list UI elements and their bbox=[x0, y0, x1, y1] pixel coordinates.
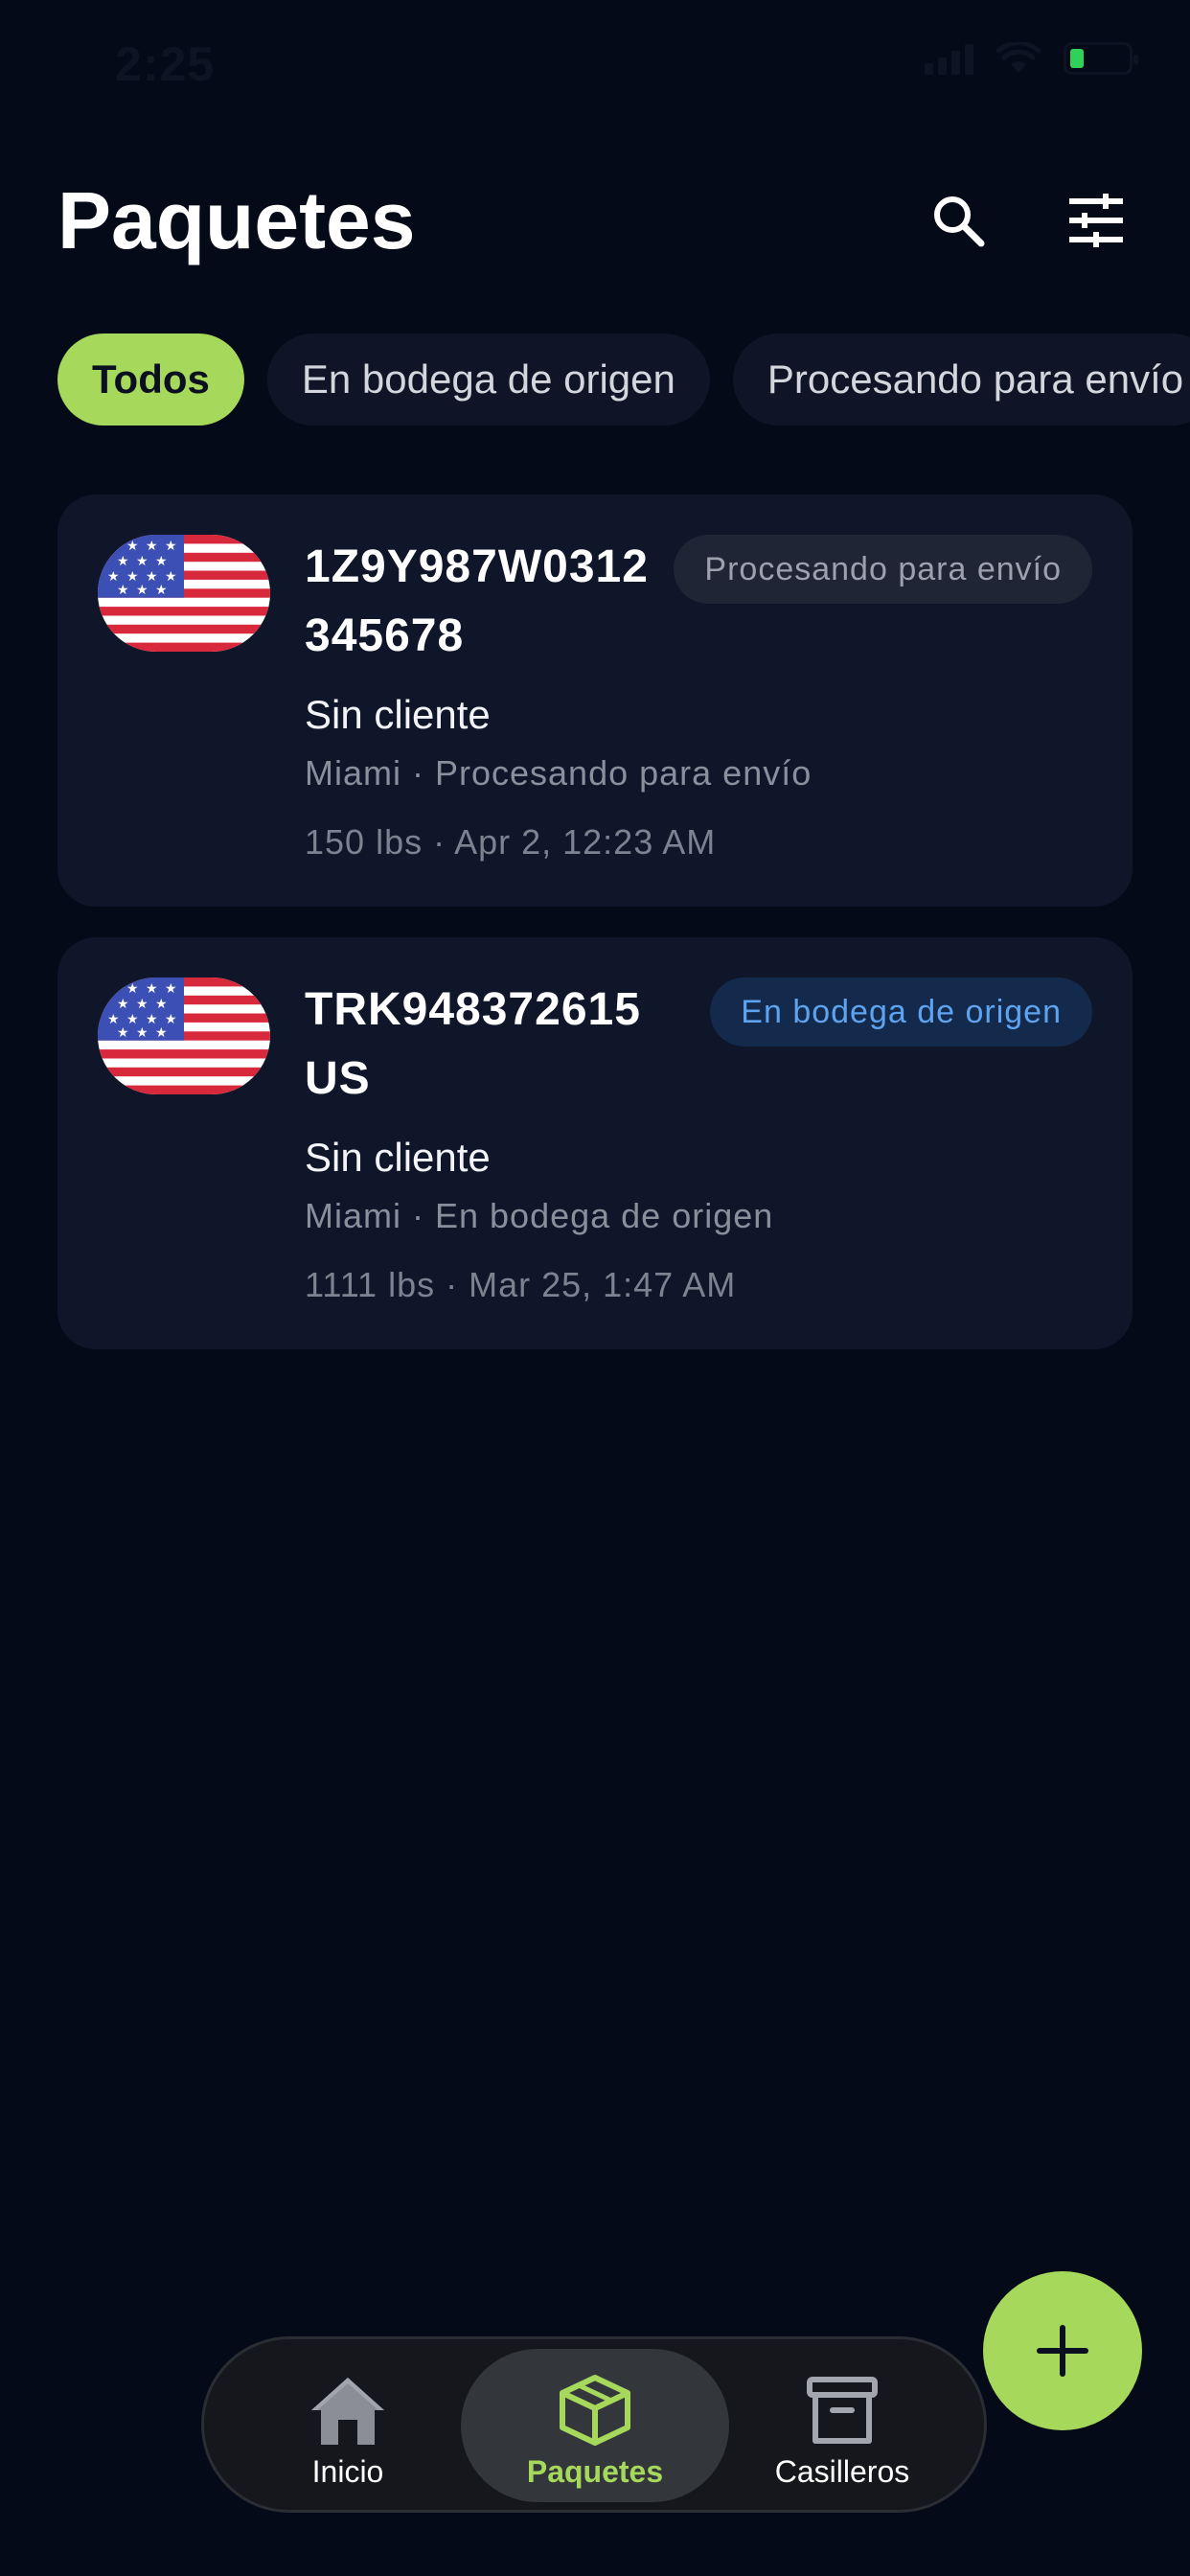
svg-text:★: ★ bbox=[107, 539, 120, 554]
svg-text:★: ★ bbox=[136, 554, 149, 569]
client-name: Sin cliente bbox=[305, 1135, 491, 1180]
svg-text:★: ★ bbox=[155, 997, 168, 1012]
svg-text:★: ★ bbox=[155, 554, 168, 569]
svg-text:★: ★ bbox=[126, 981, 139, 997]
status-badge: En bodega de origen bbox=[710, 978, 1092, 1046]
svg-text:★: ★ bbox=[165, 981, 177, 997]
nav-item-inicio[interactable]: Inicio bbox=[214, 2349, 482, 2502]
filter-chip-en-bodega-de-origen[interactable]: En bodega de origen bbox=[266, 334, 710, 426]
add-package-button[interactable] bbox=[983, 2271, 1142, 2430]
tracking-number: TRK948372615US bbox=[305, 984, 641, 1104]
location-status: Miami · Procesando para envío bbox=[305, 753, 812, 793]
svg-text:★: ★ bbox=[146, 539, 158, 554]
sliders-icon bbox=[1069, 194, 1123, 247]
filter-button[interactable] bbox=[1058, 182, 1134, 259]
search-button[interactable] bbox=[920, 182, 996, 259]
us-flag-icon: ★ ★ ★ ★ ★ ★ ★ ★ ★ ★ ★ ★ ★ ★ bbox=[98, 978, 270, 1094]
status-icons bbox=[925, 42, 1138, 75]
battery-icon bbox=[1064, 42, 1138, 75]
svg-text:★: ★ bbox=[146, 981, 158, 997]
location-status: Miami · En bodega de origen bbox=[305, 1196, 774, 1235]
svg-text:★: ★ bbox=[155, 583, 168, 598]
svg-text:★: ★ bbox=[155, 1025, 168, 1041]
plus-icon bbox=[1037, 2325, 1088, 2377]
archive-icon bbox=[807, 2377, 878, 2444]
status-bar: 2:25 bbox=[0, 0, 1190, 134]
svg-text:★: ★ bbox=[136, 997, 149, 1012]
nav-label: Inicio bbox=[311, 2454, 384, 2489]
filter-chip-procesando-para-envio[interactable]: Procesando para envío bbox=[732, 334, 1190, 426]
package-card[interactable]: ★ ★ ★ ★ ★ ★ ★ ★ ★ ★ ★ ★ ★ ★ TRK948372615US En bode… bbox=[57, 937, 1133, 1349]
nav-label: Casilleros bbox=[774, 2454, 910, 2489]
svg-text:★: ★ bbox=[136, 583, 149, 598]
weight-date: 1111 lbs · Mar 25, 1:47 AM bbox=[305, 1265, 737, 1304]
weight-date: 150 lbs · Apr 2, 12:23 AM bbox=[305, 822, 717, 862]
header: Paquetes bbox=[57, 172, 1133, 268]
status-badge: Procesando para envío bbox=[674, 535, 1092, 604]
search-icon bbox=[934, 196, 985, 247]
nav-label: Paquetes bbox=[526, 2454, 664, 2489]
nav-item-paquetes[interactable]: Paquetes bbox=[461, 2349, 729, 2502]
svg-text:★: ★ bbox=[117, 1025, 129, 1041]
cellular-signal-icon bbox=[925, 42, 973, 75]
client-name: Sin cliente bbox=[305, 692, 491, 737]
svg-text:★: ★ bbox=[107, 981, 120, 997]
svg-text:★: ★ bbox=[117, 997, 129, 1012]
svg-text:★: ★ bbox=[126, 539, 139, 554]
filter-chips: Todos En bodega de origen Procesando para … bbox=[57, 334, 1190, 426]
svg-text:★: ★ bbox=[136, 1025, 149, 1041]
us-flag-icon: ★ ★ ★ ★ ★ ★ ★ ★ ★ ★ ★ ★ ★ ★ bbox=[98, 535, 270, 652]
svg-text:★: ★ bbox=[165, 539, 177, 554]
bottom-nav: Inicio Paquetes Casilleros bbox=[201, 2336, 987, 2513]
nav-item-casilleros[interactable]: Casilleros bbox=[708, 2349, 976, 2502]
status-time: 2:25 bbox=[115, 37, 216, 91]
package-card[interactable]: ★ ★ ★ ★ ★ ★ ★ ★ ★ ★ ★ ★ ★ ★ 1Z9Y987W0312345678 Pro… bbox=[57, 494, 1133, 907]
house-icon bbox=[311, 2378, 384, 2445]
svg-text:★: ★ bbox=[117, 583, 129, 598]
box-icon bbox=[560, 2375, 630, 2446]
filter-chip-todos[interactable]: Todos bbox=[57, 334, 244, 426]
svg-text:★: ★ bbox=[117, 554, 129, 569]
page-title: Paquetes bbox=[57, 175, 416, 265]
screen: 2:25 Paquetes Todos En bodega de origen … bbox=[0, 0, 1190, 2576]
wifi-icon bbox=[996, 42, 1041, 73]
tracking-number: 1Z9Y987W0312345678 bbox=[305, 541, 649, 661]
